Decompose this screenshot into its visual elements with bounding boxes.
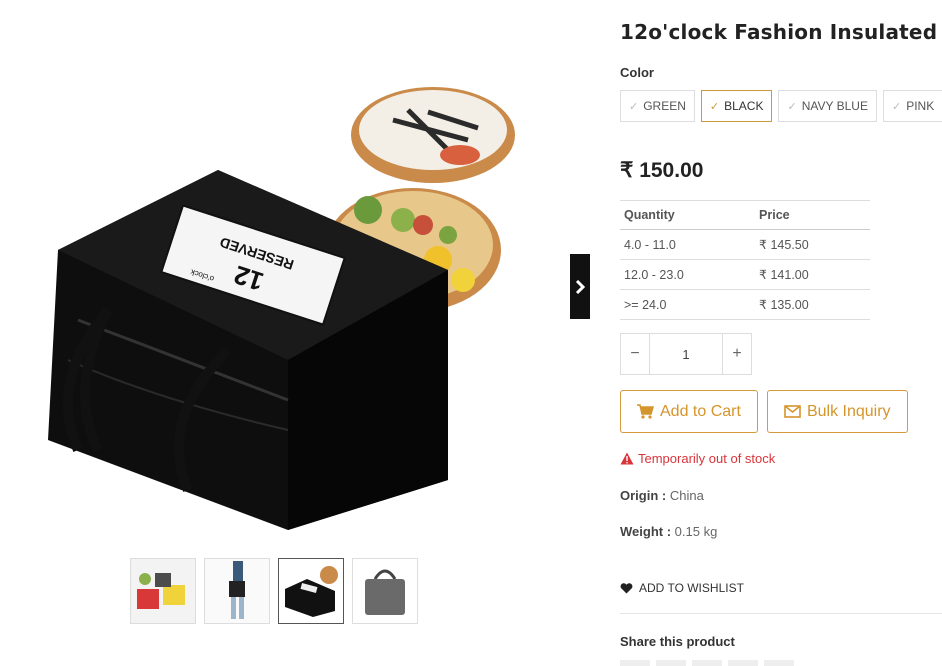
- color-option-black[interactable]: ✓ BLACK: [700, 90, 773, 122]
- color-option-label: GREEN: [643, 99, 686, 113]
- check-icon: ✓: [787, 100, 797, 113]
- thumbnail-1[interactable]: [130, 558, 196, 624]
- stock-status-text: Temporarily out of stock: [638, 451, 776, 466]
- share-button[interactable]: [620, 660, 650, 666]
- table-cell-price: ₹ 141.00: [755, 259, 870, 290]
- product-details: 12o'clock Fashion Insulated Lunch Bag Co…: [620, 0, 942, 666]
- purchase-actions: Add to Cart Bulk Inquiry: [620, 390, 908, 433]
- table-header-price: Price: [755, 200, 870, 230]
- check-icon: ✓: [629, 100, 639, 113]
- color-option-green[interactable]: ✓ GREEN: [620, 90, 695, 122]
- product-title: 12o'clock Fashion Insulated Lunch Bag: [620, 20, 942, 44]
- color-option-label: BLACK: [724, 99, 764, 113]
- heart-icon: [620, 582, 633, 593]
- weight-info: Weight : 0.15 kg: [620, 524, 717, 539]
- share-button[interactable]: [728, 660, 758, 666]
- stock-status: Temporarily out of stock: [620, 451, 775, 466]
- table-row: >= 24.0 ₹ 135.00: [620, 289, 870, 320]
- color-option-label: NAVY BLUE: [801, 99, 868, 113]
- table-header-quantity: Quantity: [620, 200, 756, 230]
- product-price: ₹ 150.00: [620, 159, 704, 182]
- warning-triangle-icon: [620, 452, 634, 465]
- table-cell-price: ₹ 145.50: [755, 229, 870, 260]
- thumbnail-4[interactable]: [352, 558, 418, 624]
- next-image-button[interactable]: [570, 254, 590, 319]
- add-to-cart-label: Add to Cart: [660, 402, 741, 420]
- envelope-icon: [784, 405, 801, 418]
- bulk-inquiry-label: Bulk Inquiry: [806, 402, 891, 420]
- thumbnail-strip: [130, 558, 418, 624]
- share-button[interactable]: [656, 660, 686, 666]
- share-heading: Share this product: [620, 634, 735, 649]
- weight-label: Weight :: [620, 524, 672, 539]
- share-buttons: [620, 660, 794, 666]
- shopping-cart-icon: [637, 404, 654, 419]
- product-gallery: 12 RESERVED o'clock: [8, 20, 548, 552]
- share-button[interactable]: [764, 660, 794, 666]
- check-icon: ✓: [891, 100, 902, 113]
- increase-quantity-button[interactable]: +: [723, 334, 751, 374]
- weight-value: 0.15 kg: [674, 524, 718, 539]
- table-cell-quantity: 4.0 - 11.0: [620, 229, 756, 260]
- table-cell-quantity: >= 24.0: [620, 289, 756, 320]
- thumbnail-3-active[interactable]: [278, 558, 344, 624]
- table-row: 12.0 - 23.0 ₹ 141.00: [620, 259, 870, 290]
- color-option-navy-blue[interactable]: ✓ NAVY BLUE: [778, 90, 877, 122]
- color-options: ✓ GREEN ✓ BLACK ✓ NAVY BLUE ✓ PINK: [620, 90, 942, 122]
- bulk-pricing-table: Quantity Price 4.0 - 11.0 ₹ 145.50 12.0 …: [620, 200, 870, 320]
- origin-label: Origin :: [620, 488, 667, 503]
- quantity-stepper: − +: [620, 333, 752, 375]
- add-to-wishlist-link[interactable]: ADD TO WISHLIST: [620, 581, 744, 595]
- quantity-input[interactable]: [649, 334, 723, 374]
- bulk-inquiry-button[interactable]: Bulk Inquiry: [766, 390, 908, 433]
- origin-value: China: [669, 488, 704, 503]
- wishlist-label: ADD TO WISHLIST: [639, 581, 744, 595]
- color-option-label: PINK: [906, 99, 935, 113]
- table-row: 4.0 - 11.0 ₹ 145.50: [620, 229, 870, 260]
- share-button[interactable]: [692, 660, 722, 666]
- table-cell-price: ₹ 135.00: [755, 289, 870, 320]
- color-option-pink[interactable]: ✓ PINK: [882, 90, 942, 122]
- decrease-quantity-button[interactable]: −: [621, 334, 649, 374]
- add-to-cart-button[interactable]: Add to Cart: [620, 390, 758, 433]
- check-icon: ✓: [709, 100, 720, 113]
- color-label: Color: [620, 65, 654, 80]
- chevron-right-icon: [575, 279, 585, 294]
- table-cell-quantity: 12.0 - 23.0: [620, 259, 756, 290]
- origin-info: Origin : China: [620, 488, 704, 503]
- divider: [620, 613, 942, 614]
- thumbnail-2[interactable]: [204, 558, 270, 624]
- main-product-image[interactable]: 12 RESERVED o'clock: [8, 20, 548, 552]
